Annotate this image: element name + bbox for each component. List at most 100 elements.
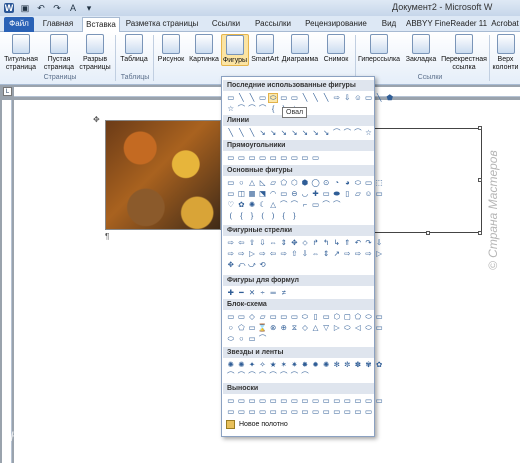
shape-icon[interactable]: ⇩ [343,93,353,103]
shape-icon[interactable]: ▭ [353,396,363,406]
shape-icon[interactable]: ⇨ [237,249,247,259]
shape-icon[interactable]: ◕ [343,178,353,188]
undo-icon[interactable]: ↶ [36,3,46,13]
shape-icon[interactable]: ▷ [247,249,257,259]
shape-icon[interactable]: ▭ [290,93,300,103]
shape-icon[interactable]: ▭ [374,189,384,199]
shape-icon[interactable]: ▭ [258,407,268,417]
tab-acrobat[interactable]: Acrobat [490,17,520,32]
shape-icon[interactable]: ▷ [332,323,342,333]
shapes-button[interactable]: Фигуры [221,34,249,66]
shape-icon[interactable]: ✿ [237,200,247,210]
shape-icon[interactable]: ↳ [332,238,342,248]
smartart-button[interactable]: SmartArt [251,34,279,64]
shape-icon[interactable]: ▭ [300,153,310,163]
shape-icon[interactable]: ⌒ [258,104,268,114]
shape-icon[interactable]: } [247,211,257,221]
shape-icon[interactable]: ⬭ [268,93,278,103]
tab-insert[interactable]: Вставка [82,17,120,32]
shape-icon[interactable]: ╲ [247,93,257,103]
shape-icon[interactable]: ⌒ [237,104,247,114]
blank-page-button[interactable]: Пустая страница [42,34,76,72]
shape-icon[interactable]: ▦ [247,189,257,199]
shape-icon[interactable]: ▢ [343,312,353,322]
shape-icon[interactable]: { [237,211,247,221]
shape-icon[interactable]: ☆ [364,128,374,138]
shape-icon[interactable]: ○ [237,334,247,344]
shape-icon[interactable]: ✻ [332,360,342,370]
shape-icon[interactable]: ⌒ [343,128,353,138]
shape-icon[interactable]: ÷ [258,288,268,298]
tab-references[interactable]: Ссылки [206,17,246,32]
shape-icon[interactable]: ✼ [343,360,353,370]
shape-icon[interactable]: ≠ [279,288,289,298]
shape-icon[interactable]: ⬡ [290,178,300,188]
shape-icon[interactable]: ★ [268,360,278,370]
shape-icon[interactable]: ⇧ [290,249,300,259]
shape-icon[interactable]: ⬭ [300,312,310,322]
shape-icon[interactable]: ▭ [290,312,300,322]
shape-icon[interactable]: { [279,211,289,221]
shape-icon[interactable]: ▭ [226,312,236,322]
shape-icon[interactable]: ✺ [226,360,236,370]
shape-icon[interactable]: ✶ [279,360,289,370]
shape-icon[interactable]: ▭ [279,93,289,103]
resize-handle[interactable] [426,231,430,235]
shape-icon[interactable]: ( [226,211,236,221]
shape-icon[interactable]: ▭ [247,396,257,406]
resize-handle[interactable] [478,231,482,235]
shape-icon[interactable]: ◫ [237,189,247,199]
shape-icon[interactable]: ▭ [237,396,247,406]
shape-icon[interactable]: ✾ [364,360,374,370]
shape-icon[interactable]: ⇨ [332,93,342,103]
tab-file[interactable]: Файл [4,17,34,32]
resize-handle[interactable] [478,126,482,130]
picture-button[interactable]: Рисунок [155,34,187,64]
shape-icon[interactable]: ↘ [279,128,289,138]
shape-icon[interactable]: ⬠ [353,312,363,322]
shape-icon[interactable]: ○ [226,323,236,333]
font-color-icon[interactable]: A [68,3,78,13]
shape-icon[interactable]: ◺ [258,178,268,188]
shape-icon[interactable]: ▭ [268,407,278,417]
shape-icon[interactable]: ⇨ [226,238,236,248]
shape-icon[interactable]: ⇦ [237,238,247,248]
shape-icon[interactable]: ⇩ [258,238,268,248]
shape-icon[interactable]: ✷ [290,360,300,370]
shape-icon[interactable]: ▱ [353,189,363,199]
shape-icon[interactable]: ⊖ [290,189,300,199]
shape-icon[interactable]: ▭ [279,407,289,417]
shape-icon[interactable]: ▱ [258,312,268,322]
shape-icon[interactable]: ✺ [247,200,257,210]
shape-icon[interactable]: ⌒ [353,128,363,138]
shape-icon[interactable]: ♡ [226,200,236,210]
shape-icon[interactable]: ◯ [311,178,321,188]
shape-icon[interactable]: ▭ [279,153,289,163]
shape-icon[interactable]: ⌛ [258,323,268,333]
shape-icon[interactable]: ☾ [258,200,268,210]
shape-icon[interactable]: ⬠ [279,178,289,188]
shape-icon[interactable]: ╲ [247,128,257,138]
shape-icon[interactable]: ⌒ [279,200,289,210]
shape-icon[interactable]: ⌒ [226,371,236,381]
shape-icon[interactable]: ▭ [364,407,374,417]
shape-icon[interactable]: ⬭ [343,323,353,333]
tab-mailings[interactable]: Рассылки [251,17,295,32]
new-canvas-menu-item[interactable]: Новое полотно [226,420,288,429]
customize-qat-icon[interactable]: ▾ [84,3,94,13]
shape-icon[interactable]: ⌐ [300,200,310,210]
shape-icon[interactable]: ▭ [300,396,310,406]
shape-icon[interactable]: ╲ [226,128,236,138]
shape-icon[interactable]: ⌒ [332,200,342,210]
shape-icon[interactable]: ╲ [321,93,331,103]
shape-icon[interactable]: ⤺ [237,260,247,270]
shape-icon[interactable]: ⌒ [279,371,289,381]
shape-icon[interactable]: ▭ [268,153,278,163]
shape-icon[interactable]: ⊙ [321,178,331,188]
shape-icon[interactable]: ↶ [353,238,363,248]
shape-icon[interactable]: ▭ [374,323,384,333]
shape-icon[interactable]: ▷ [374,249,384,259]
shape-icon[interactable]: ⌒ [290,371,300,381]
shape-icon[interactable]: ⌒ [247,371,257,381]
shape-icon[interactable]: ⬭ [364,323,374,333]
